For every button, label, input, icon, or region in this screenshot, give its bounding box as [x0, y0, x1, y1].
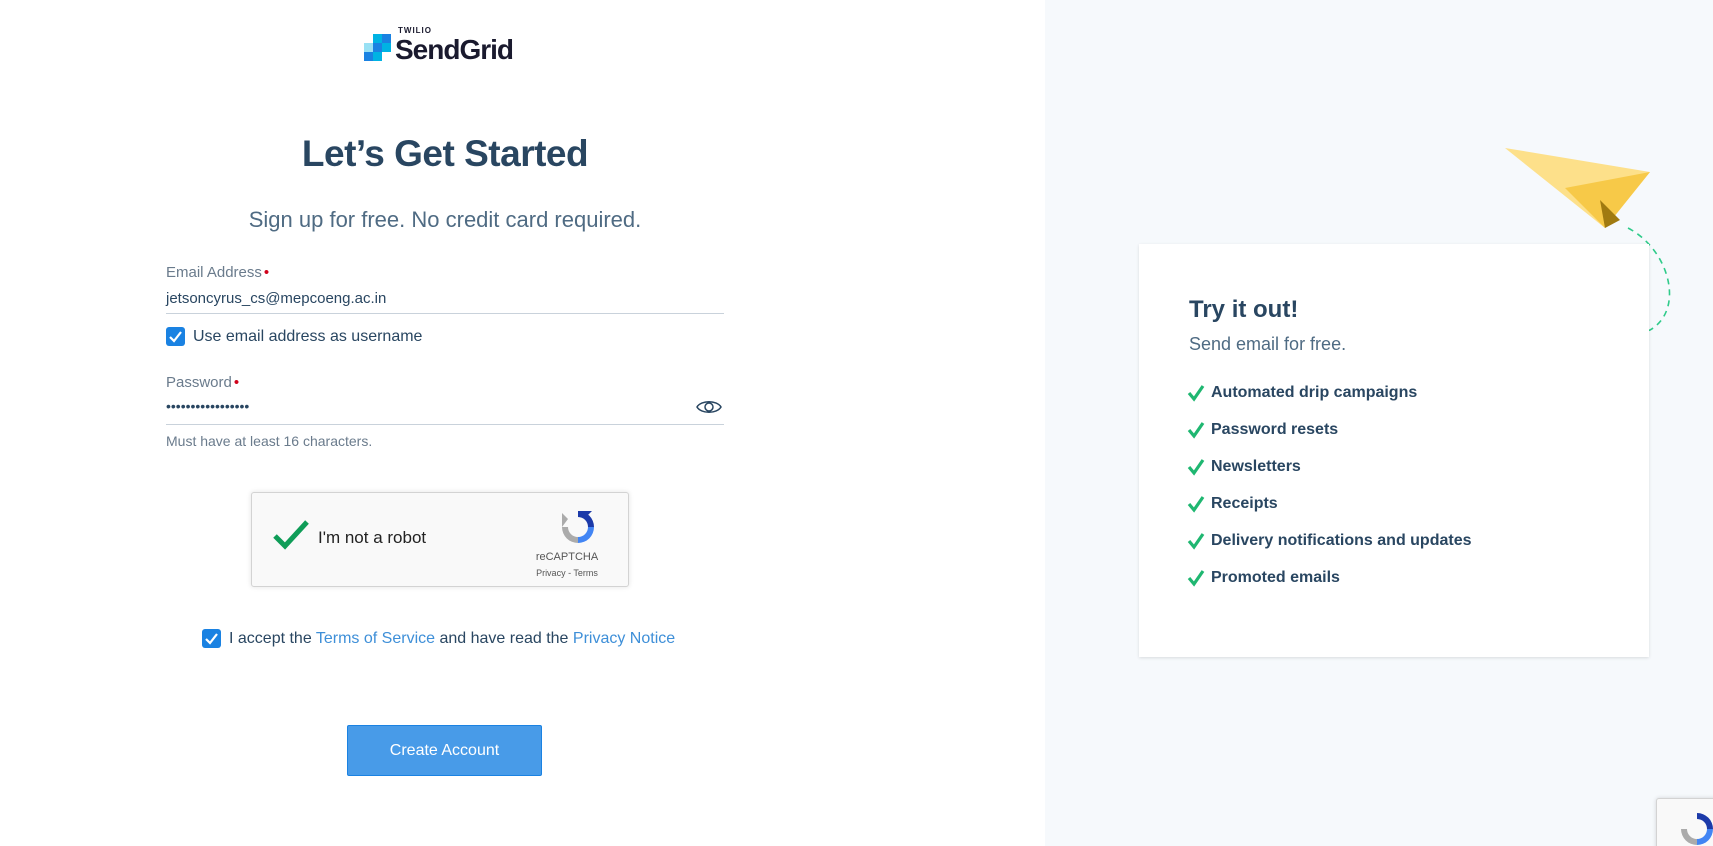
sendgrid-logo: TWILIO SendGrid — [364, 26, 534, 66]
paper-plane-icon — [1505, 148, 1650, 228]
sendgrid-logo-icon — [364, 34, 392, 62]
feature-list: Automated drip campaigns Password resets… — [1187, 384, 1472, 606]
email-label: Email Address • — [166, 264, 269, 281]
promo-title: Try it out! — [1189, 296, 1299, 323]
list-item: Newsletters — [1187, 458, 1472, 495]
email-label-text: Email Address — [166, 264, 262, 281]
green-check-icon — [1187, 385, 1205, 402]
required-indicator: • — [233, 374, 240, 391]
recaptcha-logo-icon — [1681, 813, 1713, 845]
password-label-text: Password — [166, 374, 232, 391]
recaptcha-privacy-link[interactable]: Privacy — [536, 568, 566, 578]
recaptcha-terms-link[interactable]: Terms — [573, 568, 598, 578]
promo-subtitle: Send email for free. — [1189, 334, 1347, 354]
promo-card: Try it out! Send email for free. Automat… — [1139, 244, 1649, 657]
privacy-notice-link[interactable]: Privacy Notice — [573, 630, 675, 647]
feature-label: Delivery notifications and updates — [1211, 532, 1472, 549]
logo-brand-text: SendGrid — [395, 34, 514, 65]
password-hint: Must have at least 16 characters. — [166, 433, 373, 449]
accept-terms-checkbox[interactable] — [202, 629, 221, 648]
page-title: Let’s Get Started — [301, 133, 589, 174]
green-check-icon — [1187, 533, 1205, 550]
recaptcha-logo-icon — [558, 507, 598, 547]
checkbox-icon — [169, 331, 182, 343]
green-check-icon — [1187, 570, 1205, 587]
recaptcha-widget: I'm not a robot reCAPTCHA Privacy - Term… — [251, 492, 629, 587]
list-item: Automated drip campaigns — [1187, 384, 1472, 421]
email-field[interactable]: jetsoncyrus_cs@mepcoeng.ac.in — [166, 290, 724, 314]
create-account-button[interactable]: Create Account — [347, 725, 542, 776]
feature-label: Password resets — [1211, 421, 1339, 438]
green-check-icon — [1187, 422, 1205, 439]
recaptcha-links: Privacy - Terms — [512, 568, 622, 578]
feature-label: Promoted emails — [1211, 569, 1340, 586]
terms-prefix: I accept the — [229, 630, 316, 647]
terms-text: I accept the Terms of Service and have r… — [229, 630, 675, 648]
feature-label: Receipts — [1211, 495, 1278, 512]
list-item: Promoted emails — [1187, 569, 1472, 606]
recaptcha-label: I'm not a robot — [318, 528, 427, 547]
use-email-username-label[interactable]: Use email address as username — [193, 328, 422, 346]
password-label: Password • — [166, 374, 239, 391]
recaptcha-brand: reCAPTCHA — [535, 551, 599, 563]
terms-middle: and have read the — [435, 630, 573, 647]
recaptcha-check-icon[interactable] — [272, 519, 310, 551]
signup-panel: TWILIO SendGrid Let’s Get Started Sign u… — [0, 0, 1045, 846]
list-item: Password resets — [1187, 421, 1472, 458]
green-check-icon — [1187, 459, 1205, 476]
required-indicator: • — [263, 264, 270, 281]
recaptcha-badge[interactable] — [1656, 798, 1713, 846]
list-item: Receipts — [1187, 495, 1472, 532]
list-item: Delivery notifications and updates — [1187, 532, 1472, 569]
use-email-username-checkbox[interactable] — [166, 327, 185, 346]
checkbox-icon — [205, 633, 218, 645]
green-check-icon — [1187, 496, 1205, 513]
feature-label: Automated drip campaigns — [1211, 384, 1418, 401]
feature-label: Newsletters — [1211, 458, 1301, 475]
terms-of-service-link[interactable]: Terms of Service — [316, 630, 435, 647]
password-field[interactable]: ••••••••••••••••• — [166, 398, 724, 425]
eye-icon[interactable] — [696, 398, 722, 416]
page-subtitle: Sign up for free. No credit card require… — [248, 207, 642, 232]
